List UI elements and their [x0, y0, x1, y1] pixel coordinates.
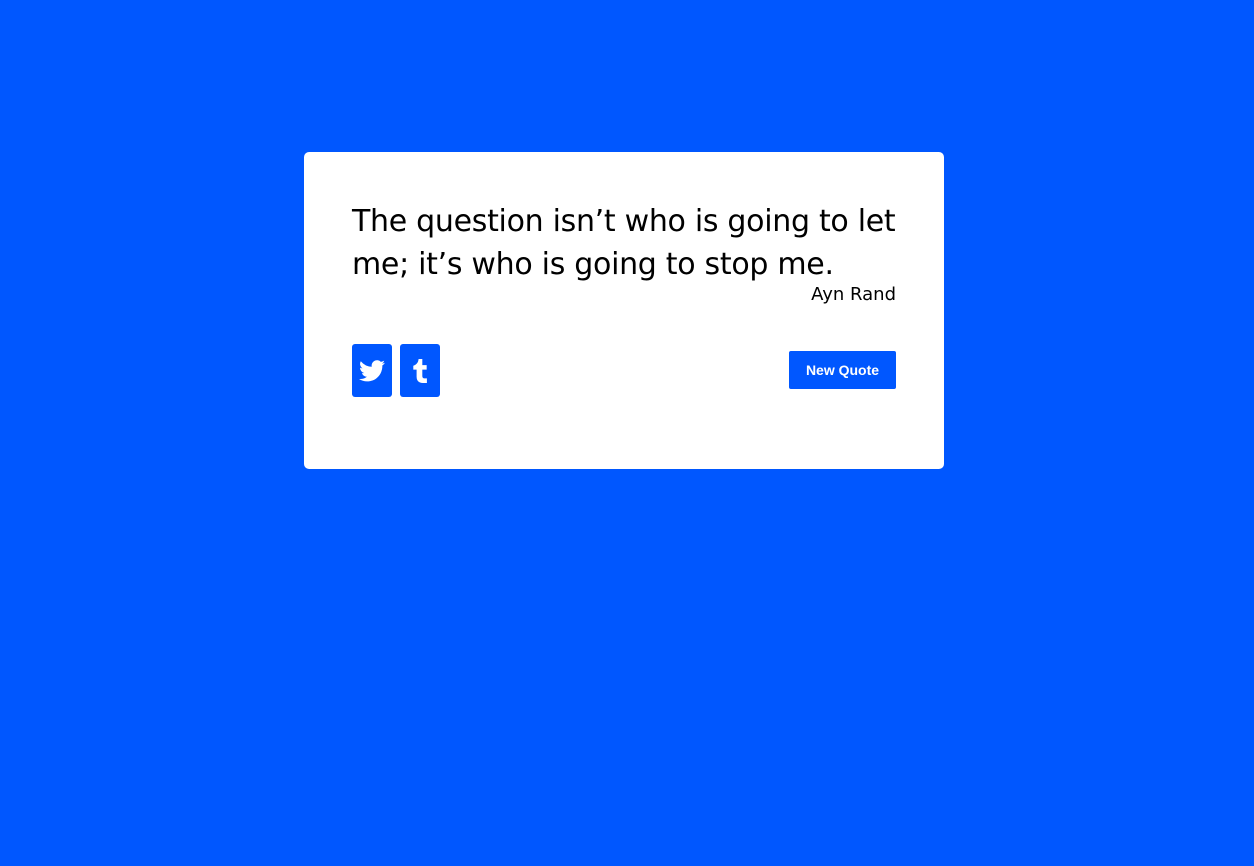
quote-box: The question isn’t who is going to let m…	[304, 152, 944, 469]
twitter-icon	[359, 359, 385, 382]
quote-text: The question isn’t who is going to let m…	[352, 204, 896, 282]
page-background: { "quote": { "text": "The question isn’t…	[0, 0, 1254, 866]
buttons-row: New Quote	[352, 344, 896, 397]
tweet-quote-button[interactable]	[352, 344, 392, 397]
tumblr-quote-button[interactable]	[400, 344, 440, 397]
tumblr-icon	[412, 358, 428, 383]
new-quote-button[interactable]: New Quote	[789, 351, 896, 389]
